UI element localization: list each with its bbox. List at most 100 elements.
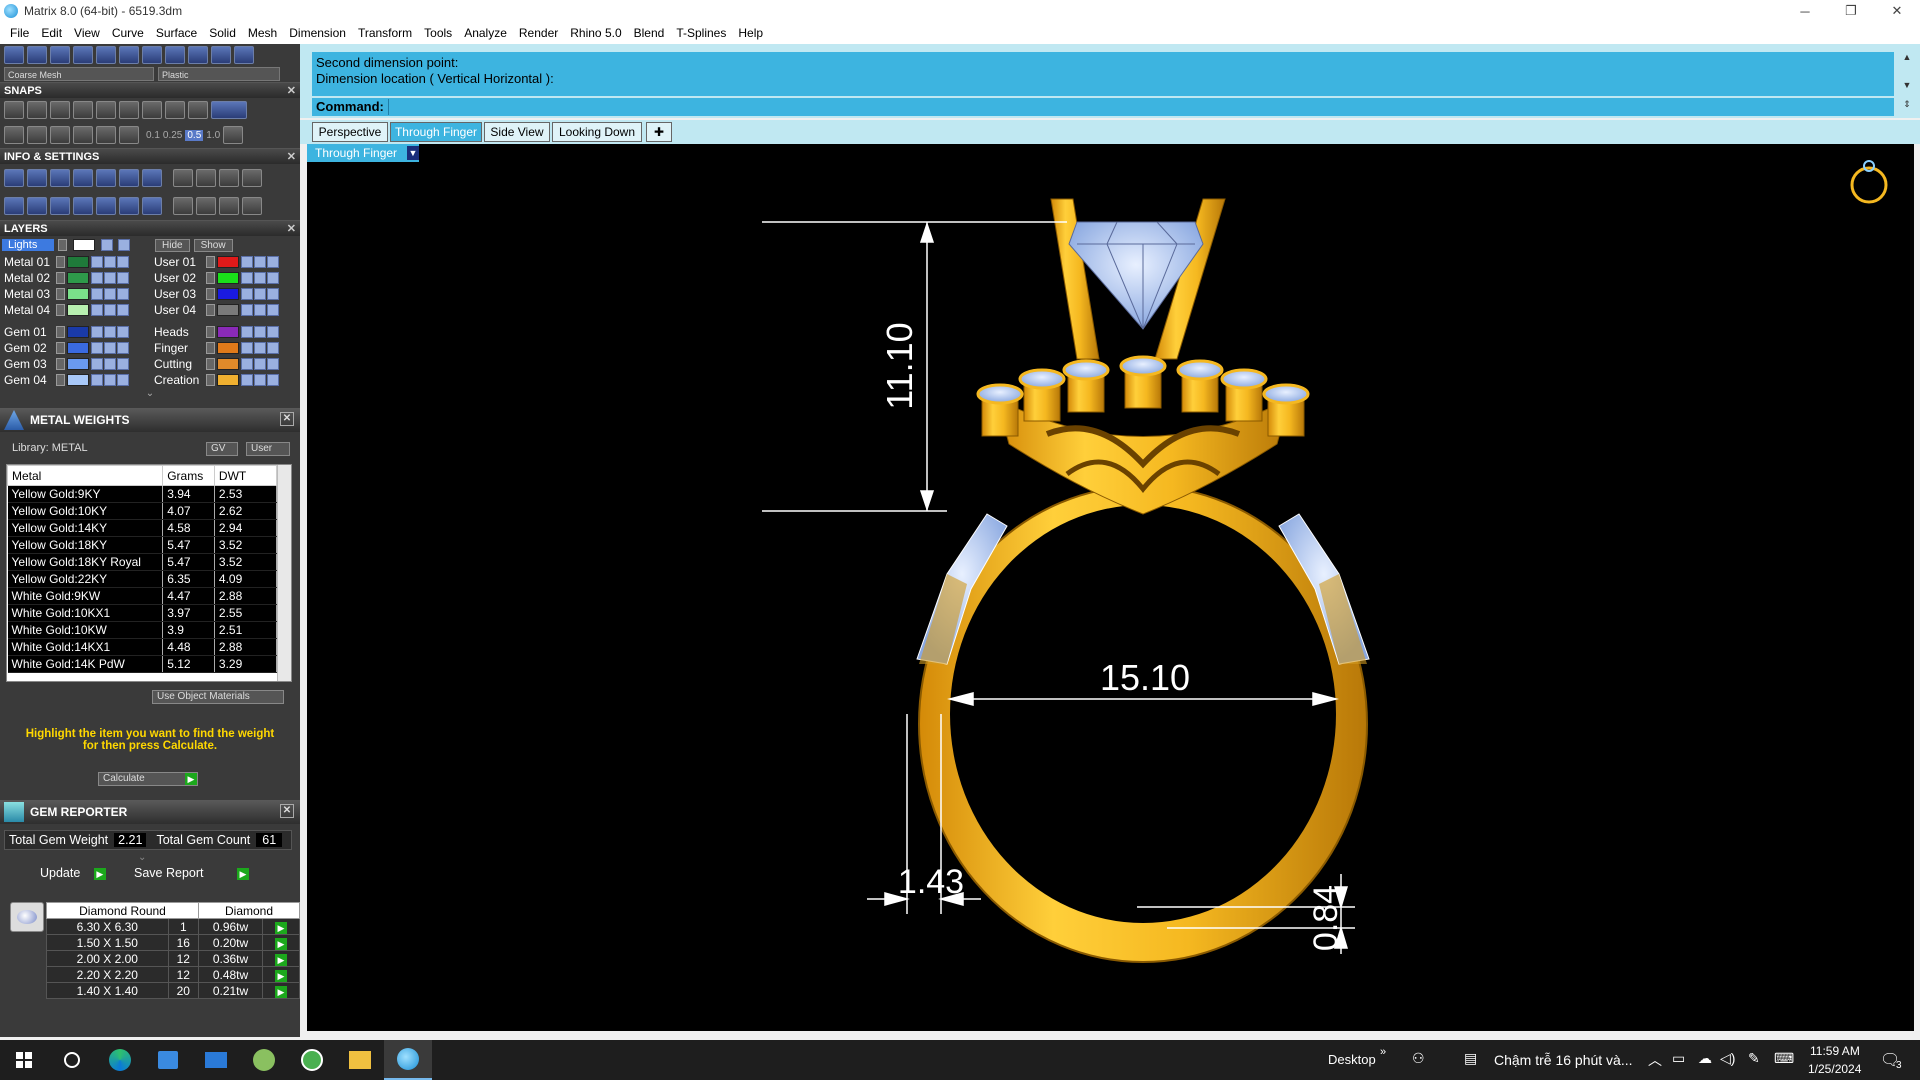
layer-row[interactable]: Gem 02 (0, 340, 150, 356)
visibility-icon[interactable] (104, 326, 116, 338)
visibility-icon[interactable] (104, 374, 116, 386)
toolbar-icon[interactable] (211, 46, 231, 64)
select-icon[interactable] (267, 272, 279, 284)
toolbar-icon[interactable] (165, 46, 185, 64)
close-icon[interactable]: ✕ (280, 412, 294, 426)
doc-icon[interactable] (96, 169, 116, 187)
table-row[interactable]: White Gold:10KX1 3.97 2.55 (7, 604, 278, 622)
use-object-materials-checkbox[interactable]: Use Object Materials (152, 690, 284, 704)
visibility-icon[interactable] (254, 326, 266, 338)
layer-color-swatch[interactable] (67, 358, 89, 370)
tool-icon[interactable] (196, 197, 216, 215)
visibility-icon[interactable] (254, 374, 266, 386)
close-icon[interactable]: ✕ (287, 149, 296, 165)
column-header[interactable]: Metal (7, 465, 164, 486)
cube-icon[interactable] (50, 197, 70, 215)
visibility-icon[interactable] (254, 272, 266, 284)
windows-start-icon[interactable] (0, 1040, 48, 1080)
tool-icon[interactable] (196, 169, 216, 187)
layer-color-swatch[interactable] (217, 358, 239, 370)
expand-icon[interactable]: ⌄ (0, 388, 300, 408)
cursor-icon[interactable] (119, 126, 139, 144)
lock-icon[interactable] (91, 256, 103, 268)
arrow-icon[interactable] (56, 256, 65, 268)
table-row[interactable]: Yellow Gold:22KY 6.35 4.09 (7, 570, 278, 588)
lock-icon[interactable] (241, 272, 253, 284)
arrow-icon[interactable] (56, 326, 65, 338)
visibility-icon[interactable] (104, 358, 116, 370)
gv-toggle[interactable]: GV (206, 442, 238, 456)
clock-date[interactable]: 1/25/2024 (1808, 1062, 1861, 1076)
table-row[interactable]: Yellow Gold:9KY 3.94 2.53 (7, 485, 278, 503)
select-icon[interactable] (267, 358, 279, 370)
layer-color-swatch[interactable] (67, 326, 89, 338)
layer-color-swatch[interactable] (67, 374, 89, 386)
layer-color-swatch[interactable] (217, 374, 239, 386)
arrow-icon[interactable] (206, 304, 215, 316)
tab-side-view[interactable]: Side View (484, 122, 550, 142)
arrow-icon[interactable] (56, 288, 65, 300)
table-row[interactable]: 2.00 X 2.00 12 0.36tw ▶ (46, 950, 300, 967)
cloud-icon[interactable]: ☁ (1698, 1050, 1712, 1067)
snap-value[interactable]: 1.0 (206, 130, 220, 141)
visibility-icon[interactable] (254, 288, 266, 300)
layer-row[interactable]: User 04 (150, 302, 300, 318)
lock-icon[interactable] (91, 288, 103, 300)
visibility-icon[interactable] (254, 304, 266, 316)
mail-icon[interactable] (192, 1040, 240, 1080)
toolbar-icon[interactable] (73, 46, 93, 64)
select-icon[interactable] (267, 326, 279, 338)
layer-row[interactable]: Gem 04 (0, 372, 150, 388)
command-spin-icon[interactable]: ⇕ (1900, 99, 1914, 115)
select-icon[interactable] (117, 304, 129, 316)
table-row[interactable]: 1.40 X 1.40 20 0.21tw ▶ (46, 982, 300, 999)
select-icon[interactable] (117, 256, 129, 268)
layer-row[interactable]: User 02 (150, 270, 300, 286)
close-icon[interactable]: ✕ (287, 83, 296, 99)
layer-color-swatch[interactable] (217, 256, 239, 268)
lock-icon[interactable] (91, 272, 103, 284)
menu-file[interactable]: File (4, 22, 35, 44)
snap-mid-icon[interactable] (165, 101, 185, 119)
row-action-button[interactable]: ▶ (262, 982, 300, 999)
store-icon[interactable] (144, 1040, 192, 1080)
layer-row[interactable]: Metal 03 (0, 286, 150, 302)
edge-browser-icon[interactable] (96, 1040, 144, 1080)
select-icon[interactable] (267, 374, 279, 386)
menu-surface[interactable]: Surface (150, 22, 203, 44)
menu-curve[interactable]: Curve (106, 22, 150, 44)
layer-color-swatch[interactable] (217, 326, 239, 338)
menu-render[interactable]: Render (513, 22, 564, 44)
select-icon[interactable] (117, 288, 129, 300)
table-row[interactable]: Yellow Gold:14KY 4.58 2.94 (7, 519, 278, 537)
tool-icon[interactable] (242, 169, 262, 187)
lock-icon[interactable] (241, 256, 253, 268)
grid-icon[interactable] (223, 126, 244, 144)
layer-color-swatch[interactable] (217, 272, 239, 284)
close-button[interactable]: ✕ (1874, 0, 1920, 22)
app-icon[interactable] (288, 1040, 336, 1080)
table-row[interactable]: 1.50 X 1.50 16 0.20tw ▶ (46, 934, 300, 951)
row-action-button[interactable]: ▶ (262, 918, 300, 935)
lock-icon[interactable] (91, 304, 103, 316)
network-icon[interactable]: ▭ (1672, 1050, 1685, 1067)
menu-blend[interactable]: Blend (628, 22, 671, 44)
table-icon[interactable] (142, 197, 162, 215)
desktop-toolbar[interactable]: Desktop (1328, 1052, 1376, 1067)
select-icon[interactable] (117, 272, 129, 284)
lock-icon[interactable] (241, 288, 253, 300)
layer-row[interactable]: Heads (150, 324, 300, 340)
visibility-icon[interactable] (254, 342, 266, 354)
layer-row[interactable]: Gem 03 (0, 356, 150, 372)
diamond-icon[interactable] (96, 126, 116, 144)
menu-analyze[interactable]: Analyze (458, 22, 513, 44)
pen-icon[interactable] (50, 126, 70, 144)
chevron-icon[interactable]: » (1380, 1046, 1386, 1058)
scroll-down-icon[interactable]: ▼ (1900, 80, 1914, 96)
arrow-icon[interactable] (206, 272, 215, 284)
line-icon[interactable] (73, 126, 93, 144)
lock-icon[interactable] (91, 358, 103, 370)
ring-orientation-icon[interactable] (1850, 160, 1888, 204)
toolbar-icon[interactable] (119, 46, 139, 64)
layer-color-swatch[interactable] (217, 304, 239, 316)
